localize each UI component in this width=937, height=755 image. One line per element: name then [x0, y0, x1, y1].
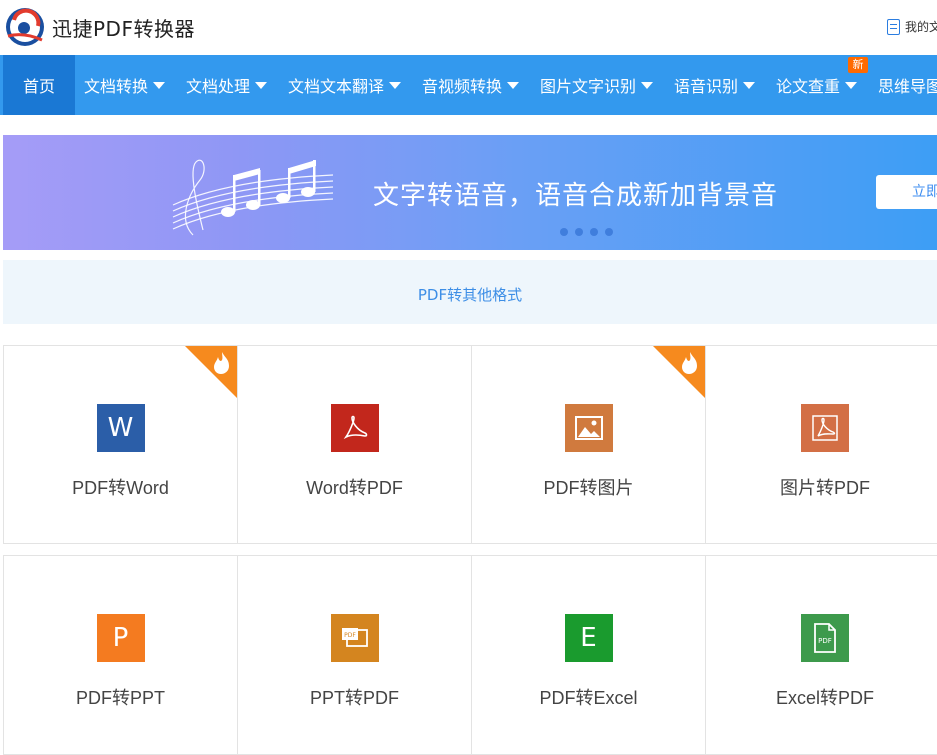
document-icon — [887, 18, 900, 35]
word-icon: W — [96, 404, 145, 452]
tool-card-image-to-pdf[interactable]: 图片转PDF — [705, 345, 937, 544]
my-documents-label: 我的文 — [905, 20, 937, 34]
pdf-slide-icon: PDF — [330, 614, 379, 662]
nav-ocr[interactable]: 图片文字识别 — [540, 55, 654, 115]
svg-text:PDF: PDF — [818, 637, 832, 645]
nav-label: 文档转换 — [84, 77, 149, 96]
nav-doc-convert[interactable]: 文档转换 — [84, 55, 166, 115]
banner-title: 文字转语音，语音合成新加背景音 — [373, 181, 779, 211]
caret-down-icon — [743, 81, 756, 89]
carousel-dot[interactable] — [575, 228, 583, 236]
nav-label: 文档文本翻译 — [288, 77, 385, 96]
my-documents-link[interactable]: 我的文 — [887, 18, 937, 35]
tool-card-pdf-to-excel[interactable]: E PDF转Excel — [471, 555, 706, 755]
nav-label: 论文查重 — [776, 77, 841, 96]
pdf-acrobat-icon — [330, 404, 379, 452]
pdf-acrobat-icon — [801, 404, 849, 452]
nav-doc-process[interactable]: 文档处理 — [186, 55, 268, 115]
nav-paper-check[interactable]: 论文查重 — [776, 55, 858, 115]
tool-card-pdf-to-ppt[interactable]: P PDF转PPT — [3, 555, 238, 755]
tool-card-excel-to-pdf[interactable]: PDF Excel转PDF — [705, 555, 937, 755]
caret-down-icon — [845, 81, 858, 89]
promo-banner[interactable]: 文字转语音，语音合成新加背景音 立即 — [3, 135, 937, 250]
tool-label: PPT转PDF — [309, 688, 399, 708]
hot-fire-icon — [653, 346, 705, 398]
tool-card-word-to-pdf[interactable]: Word转PDF — [237, 345, 472, 544]
nav-label: 音视频转换 — [422, 77, 503, 96]
tool-label: 图片转PDF — [780, 478, 870, 498]
nav-home[interactable]: 首页 — [3, 55, 75, 115]
tool-label: PDF转图片 — [543, 478, 634, 498]
pdf-file-icon: PDF — [801, 614, 849, 662]
music-notes-icon — [172, 159, 334, 236]
header: 迅捷PDF转换器 我的文 — [0, 0, 937, 55]
caret-down-icon — [641, 81, 654, 89]
tool-card-ppt-to-pdf[interactable]: PDF PPT转PDF — [237, 555, 472, 755]
nav-label: 思维导图 — [878, 77, 937, 96]
excel-letter: E — [580, 623, 597, 653]
hot-fire-icon — [185, 346, 237, 398]
carousel-dot[interactable] — [590, 228, 598, 236]
tool-card-pdf-to-image[interactable]: PDF转图片 — [471, 345, 706, 544]
excel-icon: E — [564, 614, 613, 662]
tool-label: PDF转PPT — [75, 688, 165, 708]
image-icon — [564, 404, 613, 452]
nav-home-label: 首页 — [22, 77, 55, 96]
brand-title[interactable]: 迅捷PDF转换器 — [52, 13, 195, 42]
nav-label: 图片文字识别 — [540, 77, 637, 96]
nav-av-convert[interactable]: 音视频转换 — [422, 55, 520, 115]
caret-down-icon — [153, 81, 166, 89]
carousel-dot[interactable] — [605, 228, 613, 236]
tool-label: PDF转Excel — [539, 688, 638, 708]
nav-label: 语音识别 — [674, 77, 739, 96]
tool-grid-row-2: P PDF转PPT PDF PPT转PDF E PDF转Excel PDF Ex… — [3, 555, 937, 755]
tool-label: PDF转Word — [72, 478, 169, 498]
ppt-icon: P — [96, 614, 145, 662]
svg-text:PDF: PDF — [344, 632, 356, 639]
ppt-letter: P — [112, 623, 129, 653]
banner-cta-button[interactable]: 立即 — [876, 175, 937, 209]
caret-down-icon — [389, 81, 402, 89]
new-badge: 新 — [848, 57, 868, 73]
app-logo-icon[interactable] — [4, 6, 46, 48]
nav-label: 文档处理 — [186, 77, 251, 96]
category-bar: PDF转其他格式 — [3, 260, 937, 324]
carousel-dot[interactable] — [560, 228, 568, 236]
tool-label: Excel转PDF — [775, 688, 874, 708]
tool-label: Word转PDF — [306, 478, 403, 498]
nav-doc-translate[interactable]: 文档文本翻译 — [288, 55, 402, 115]
nav-mind-map[interactable]: 思维导图 — [878, 55, 937, 115]
category-title[interactable]: PDF转其他格式 — [3, 284, 937, 305]
main-nav: 首页 文档转换 文档处理 文档文本翻译 音视频转换 图片文字识别 语音识别 论文… — [0, 55, 937, 115]
caret-down-icon — [507, 81, 520, 89]
nav-speech-recognition[interactable]: 语音识别 — [674, 55, 756, 115]
caret-down-icon — [255, 81, 268, 89]
carousel-dots — [560, 228, 613, 236]
tool-card-pdf-to-word[interactable]: W PDF转Word — [3, 345, 238, 544]
tool-grid-row-1: W PDF转Word Word转PDF PDF转图片 图片转PDF — [3, 345, 937, 544]
word-letter: W — [107, 413, 134, 443]
